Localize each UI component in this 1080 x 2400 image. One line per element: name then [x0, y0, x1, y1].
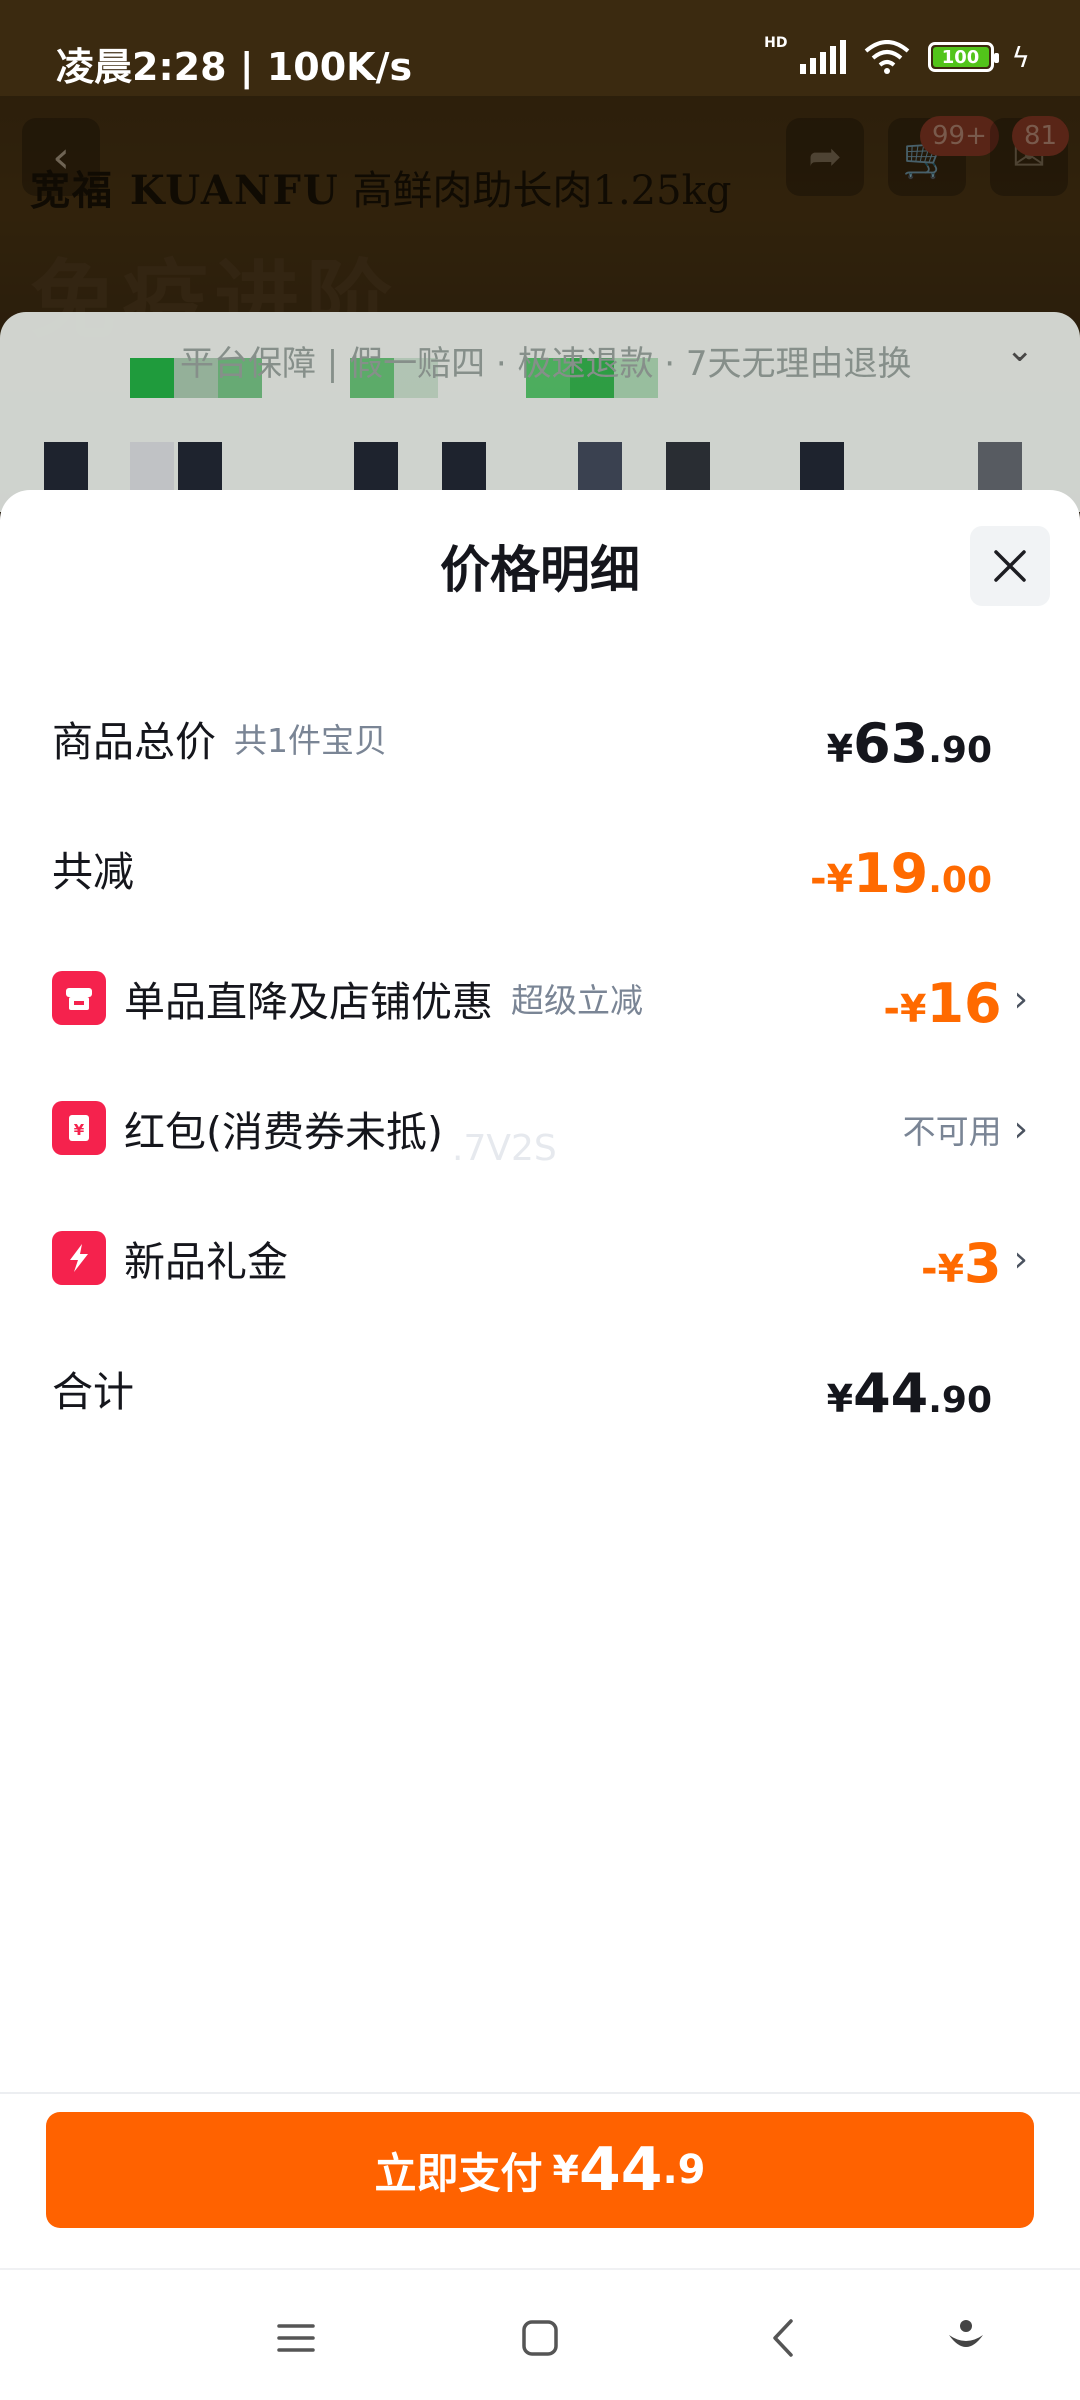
red-packet-icon: ¥ — [52, 1101, 106, 1155]
row-sub: 超级立减 — [511, 981, 643, 1020]
row-label: 单品直降及店铺优惠 — [124, 978, 493, 1026]
goods-total-price: ¥63.90 — [826, 712, 992, 775]
row-store-discount[interactable]: 单品直降及店铺优惠 超级立减 -¥16 › — [52, 958, 1028, 1038]
battery-icon: 100 — [927, 42, 999, 72]
store-icon — [52, 971, 106, 1025]
close-button[interactable] — [970, 526, 1050, 606]
row-grand-total: 合计 ¥44.90 — [52, 1348, 1028, 1428]
row-label: 共减 — [52, 848, 134, 896]
wifi-icon — [864, 40, 909, 74]
pay-button-amount-integer: 44 — [578, 2135, 663, 2205]
lightning-gift-icon — [52, 1231, 106, 1285]
grand-total-price: ¥44.90 — [826, 1362, 992, 1425]
store-discount-price: -¥16 — [883, 972, 1002, 1035]
footer-divider — [0, 2092, 1080, 2094]
row-price: -¥19.00 — [810, 828, 992, 908]
status-bar: 凌晨2:28 | 100K/s HD 100 ϟ — [0, 0, 1080, 96]
close-icon — [994, 550, 1026, 582]
row-total-discount: 共减 -¥19.00 — [52, 828, 1028, 908]
row-price: ¥63.90 — [827, 698, 992, 778]
total-discount-price: -¥19.00 — [810, 842, 992, 905]
svg-text:¥: ¥ — [74, 1121, 85, 1139]
background-thumbnails — [40, 442, 1040, 492]
chevron-down-icon: ⌄ — [1005, 330, 1035, 370]
row-label: 商品总价 — [52, 718, 216, 766]
row-new-product-gift[interactable]: 新品礼金 -¥3 › — [52, 1218, 1028, 1298]
row-total-goods: 商品总价 共1件宝贝 ¥63.90 — [52, 698, 1028, 778]
pay-button-currency: ¥ — [552, 2148, 579, 2192]
row-price: -¥3 › — [921, 1218, 1028, 1298]
background-guarantee-card: 平台保障 | 假一赔四 · 极速退款 · 7天无理由退换 ⌄ — [0, 312, 1080, 512]
pay-now-button[interactable]: 立即支付 ¥ 44 .9 — [46, 2112, 1034, 2228]
row-label: 新品礼金 — [124, 1238, 288, 1286]
row-label: 红包(消费券未抵) — [124, 1108, 443, 1156]
battery-level: 100 — [932, 47, 989, 68]
sheet-title: 价格明细 — [440, 541, 640, 599]
charging-icon: ϟ — [1011, 40, 1030, 74]
signal-icon — [799, 40, 846, 74]
status-icons: HD 100 ϟ — [764, 35, 1030, 74]
assistant-icon[interactable] — [940, 2312, 992, 2364]
row-status: 不可用 › — [903, 1088, 1028, 1168]
row-label: 合计 — [52, 1368, 134, 1416]
unavailable-text: 不可用 — [902, 1112, 1002, 1151]
menu-icon[interactable] — [270, 2312, 322, 2364]
pay-button-amount-decimal: .9 — [662, 2147, 706, 2193]
row-sub: 共1件宝贝 — [234, 721, 387, 760]
row-price: -¥16 › — [883, 958, 1028, 1038]
system-nav-bar — [0, 2268, 1080, 2400]
home-square-icon[interactable] — [514, 2312, 566, 2364]
gift-discount-price: -¥3 — [920, 1232, 1002, 1295]
status-time: 凌晨2:28 | 100K/s — [56, 45, 413, 89]
watermark: .7V2S — [452, 1128, 557, 1169]
row-price: ¥44.90 — [827, 1348, 992, 1428]
pay-button-label: 立即支付 — [374, 2148, 543, 2198]
chevron-right-icon: › — [1013, 1238, 1028, 1280]
guarantee-text: 平台保障 | 假一赔四 · 极速退款 · 7天无理由退换 — [180, 344, 912, 384]
hd-label: HD — [764, 35, 788, 51]
back-triangle-icon[interactable] — [758, 2312, 810, 2364]
chevron-right-icon: › — [1013, 1108, 1028, 1150]
chevron-right-icon: › — [1013, 978, 1028, 1020]
